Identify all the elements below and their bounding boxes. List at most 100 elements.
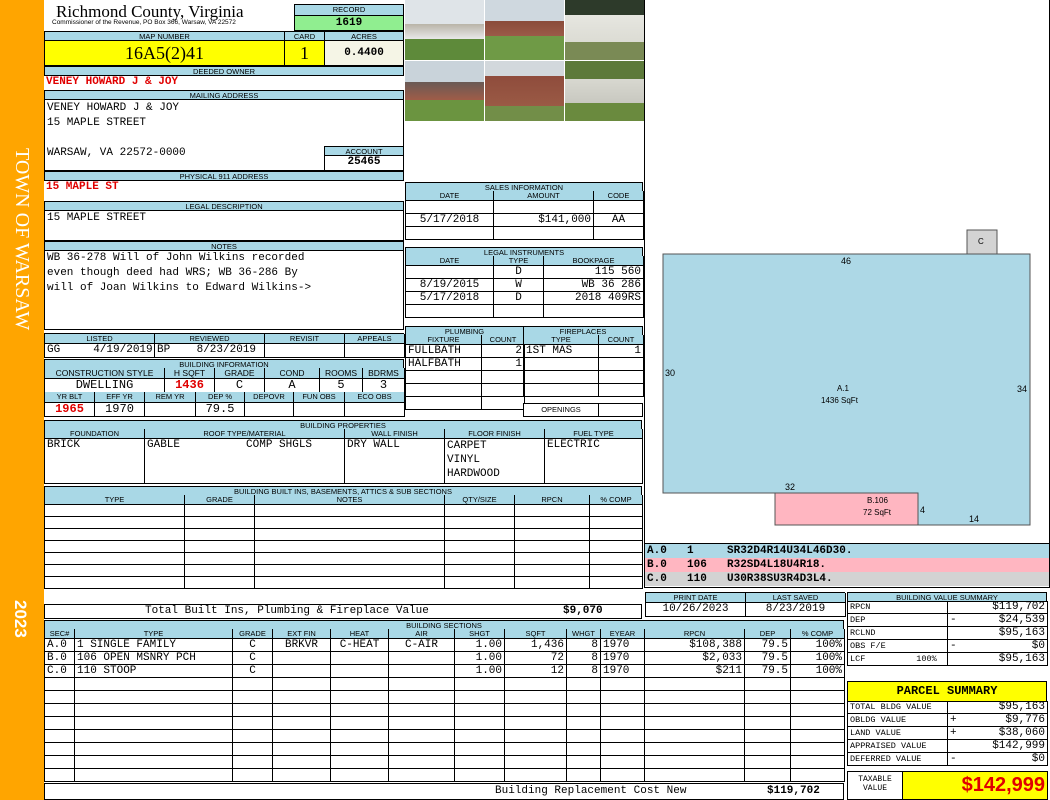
reviewed-label: REVIEWED [155,334,265,344]
deeded-owner-label: DEEDED OWNER [44,66,404,76]
building-info-value: 79.5 [196,403,245,417]
column-header: COUNT [482,335,525,345]
table-cell: C-HEAT [331,639,389,652]
summary-amount: $0 [1031,753,1045,765]
table-cell [494,201,594,214]
listed-value: GG 4/19/2019 [45,344,155,358]
empty-cell [45,743,75,756]
legal-description: 15 MAPLE STREET [47,212,147,224]
column-header: ROOMS [320,368,363,379]
map-number: 16A5(2)41 [44,40,285,66]
property-photo[interactable] [405,61,484,121]
property-photo[interactable] [485,0,564,60]
column-header: AMOUNT [494,191,594,201]
dimension-label: 30 [665,368,676,378]
table-cell [599,384,644,397]
sketch-legend-row[interactable]: A.0 1 SR32D4R14U34L46D30. [645,544,1049,558]
empty-cell [45,517,185,529]
empty-cell [45,769,75,782]
column-header: TYPE [75,629,233,639]
table-cell: 100% [791,639,845,652]
dimension-label: 14 [969,514,980,524]
building-info-value: 1436 [165,379,215,393]
property-photo[interactable] [485,61,564,121]
empty-cell [567,678,601,691]
empty-cell [75,743,233,756]
table-cell: FULLBATH [406,345,482,358]
column-header: FIXTURE [406,335,482,345]
summary-key: DEFERRED VALUE [848,753,948,766]
empty-cell [645,678,745,691]
builtins-table: TYPE GRADE NOTES QTY/SIZE RPCN% COMP [44,495,643,589]
fuel-type-value: ELECTRIC [545,439,643,484]
sketch-legend-row[interactable]: B.0 106 R32SD4L18U4R18. [645,558,1049,572]
roof-value: GABLE COMP SHGLS [145,439,345,484]
table-cell: 79.5 [745,639,791,652]
review-table: LISTED REVIEWED REVISIT APPEALS GG 4/19/… [44,333,405,358]
empty-cell [567,704,601,717]
floor-finish-value: CARPET VINYL HARDWOOD [445,439,545,484]
empty-cell [75,704,233,717]
column-header: EYEAR [601,629,645,639]
empty-cell [445,565,515,577]
plumbing-table: FIXTURE COUNT FULLBATH 2 HALFBATH 1 [405,335,525,410]
empty-cell [601,769,645,782]
empty-cell [505,730,567,743]
building-info-value: 1965 [45,403,95,417]
dimension-label: 32 [785,482,796,492]
table-cell: BRKVR [273,639,331,652]
empty-cell [745,730,791,743]
empty-cell [45,541,185,553]
note-line: even though deed had WRS; WB 36-286 By [47,267,298,279]
building-info-row-2: YR BLT EFF YR REM YR DEP % DEPOVR FUN OBS ECO … [44,392,405,417]
wall-finish-value: DRY WALL [345,439,445,484]
table-cell: 1970 [601,652,645,665]
column-header: TYPE [45,495,185,505]
property-photo[interactable] [565,0,644,60]
empty-cell [389,756,455,769]
office-subtitle: Commissioner of the Revenue, PO Box 366,… [52,19,236,26]
empty-cell [389,704,455,717]
table-cell: 8 [567,665,601,678]
empty-cell [791,717,845,730]
tax-year: 2023 [11,600,30,638]
column-header: DATE [406,256,494,266]
table-cell: 8 [567,652,601,665]
empty-cell [273,691,331,704]
card-number: 1 [284,40,325,66]
column-header: DEP [745,629,791,639]
summary-amount: $95,163 [998,627,1045,639]
builtins-total-label: Total Built Ins, Plumbing & Fireplace Va… [145,605,429,617]
building-info-value [345,403,405,417]
empty-cell [75,730,233,743]
summary-amount: $0 [1031,640,1045,652]
column-header: TYPE [494,256,544,266]
empty-cell [255,577,445,589]
summary-value: $95,163 [948,627,1048,640]
openings-label: OPENINGS [523,403,599,417]
empty-cell [45,505,185,517]
empty-cell [505,704,567,717]
sketch-legend-row[interactable]: C.0 110 U30R38SU3R4D3L4. [645,572,1049,586]
empty-cell [185,553,255,565]
property-photo[interactable] [565,61,644,121]
empty-cell [791,704,845,717]
empty-cell [331,743,389,756]
column-header: FUN OBS [294,392,345,403]
legend-sec: B.0 [647,559,667,571]
column-header: HEAT [331,629,389,639]
table-cell [482,371,525,384]
empty-cell [455,691,505,704]
dates-table: PRINT DATE LAST SAVED 10/26/2023 8/23/20… [645,592,846,617]
taxable-value-label: TAXABLE VALUE [847,771,903,800]
town-name: TOWN OF WARSAW [11,148,33,331]
building-info-value [145,403,196,417]
summary-value: - $0 [948,753,1048,766]
appeals-value [345,344,405,358]
column-header: RPCN [645,629,745,639]
property-photo[interactable] [405,0,484,60]
empty-cell [233,730,273,743]
summary-key: OBS F/E [848,640,948,653]
empty-cell [455,756,505,769]
column-header: RPCN [515,495,590,505]
